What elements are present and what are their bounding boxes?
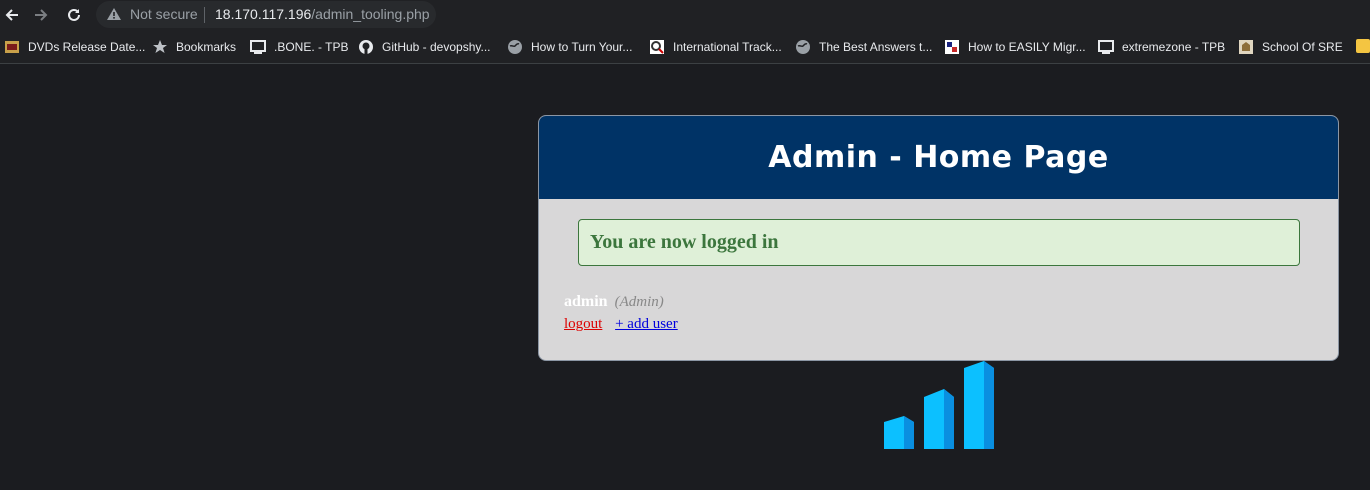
bookmark-label: .BONE. - TPB	[274, 40, 349, 54]
bookmarks-bar: DVDs Release Date... Bookmarks .BONE. - …	[0, 30, 1370, 64]
tpb-favicon	[1098, 39, 1114, 55]
url-path: /admin_tooling.php	[311, 6, 430, 22]
username: admin	[564, 293, 608, 310]
bookmark-how-to-turn[interactable]: How to Turn Your...	[507, 38, 632, 56]
bookmark-extremezone-tpb[interactable]: extremezone - TPB	[1098, 38, 1225, 56]
bookmark-international-track[interactable]: International Track...	[649, 38, 782, 56]
star-icon	[152, 39, 168, 55]
bookmark-school-of-sre[interactable]: School Of SRE	[1238, 38, 1343, 56]
migrate-favicon	[944, 39, 960, 55]
address-separator	[204, 7, 205, 23]
bookmark-label: DVDs Release Date...	[28, 40, 146, 54]
logout-link[interactable]: logout	[564, 316, 602, 332]
globe-icon	[795, 39, 811, 55]
success-message: You are now logged in	[590, 231, 779, 253]
add-user-link[interactable]: + add user	[615, 316, 678, 332]
bookmark-folder-bookmarks[interactable]: Bookmarks	[152, 38, 236, 56]
bookmark-label: extremezone - TPB	[1122, 40, 1226, 54]
bookmark-label: School Of SRE	[1262, 40, 1343, 54]
url-host: 18.170.117.196	[215, 6, 312, 22]
globe-icon	[507, 39, 523, 55]
bookmark-best-answers[interactable]: The Best Answers t...	[795, 38, 932, 56]
bookmark-label: The Best Answers t...	[819, 40, 933, 54]
folder-icon[interactable]	[1356, 39, 1370, 53]
back-arrow-icon	[5, 9, 18, 21]
page-title: Admin - Home Page	[768, 140, 1109, 175]
security-label[interactable]: Not secure	[130, 6, 198, 22]
bookmark-label: GitHub - devopshy...	[382, 40, 491, 54]
forward-arrow-icon	[35, 9, 48, 21]
bookmark-easily-migrate[interactable]: How to EASILY Migr...	[944, 38, 1086, 56]
forward-button[interactable]	[30, 4, 52, 26]
user-role: (Admin)	[614, 294, 664, 310]
bookmark-dvds-release[interactable]: DVDs Release Date...	[4, 38, 145, 56]
github-icon	[358, 39, 374, 55]
bookmark-label: Bookmarks	[176, 40, 237, 54]
success-alert: You are now logged in	[578, 219, 1300, 266]
url-text[interactable]: 18.170.117.196/admin_tooling.php	[215, 6, 430, 22]
warning-icon[interactable]	[106, 7, 122, 21]
tpb-favicon	[250, 39, 266, 55]
user-info: admin (Admin)	[564, 293, 664, 311]
reload-icon	[68, 8, 80, 21]
user-actions: logout + add user	[564, 316, 678, 333]
tracking-favicon	[649, 39, 665, 55]
bookmark-label: International Track...	[673, 40, 782, 54]
bookmark-github[interactable]: GitHub - devopshy...	[358, 38, 491, 56]
school-favicon	[1238, 39, 1254, 55]
reload-button[interactable]	[63, 4, 85, 26]
dvd-favicon	[4, 39, 20, 55]
browser-toolbar: Not secure 18.170.117.196/admin_tooling.…	[0, 0, 1370, 30]
bar-chart-logo-icon	[884, 361, 994, 449]
admin-card: Admin - Home Page You are now logged in …	[538, 115, 1339, 361]
bookmark-label: How to EASILY Migr...	[968, 40, 1086, 54]
bookmark-bone-tpb[interactable]: .BONE. - TPB	[250, 38, 348, 56]
back-button[interactable]	[1, 4, 23, 26]
card-header: Admin - Home Page	[539, 116, 1338, 199]
bookmark-label: How to Turn Your...	[531, 40, 633, 54]
